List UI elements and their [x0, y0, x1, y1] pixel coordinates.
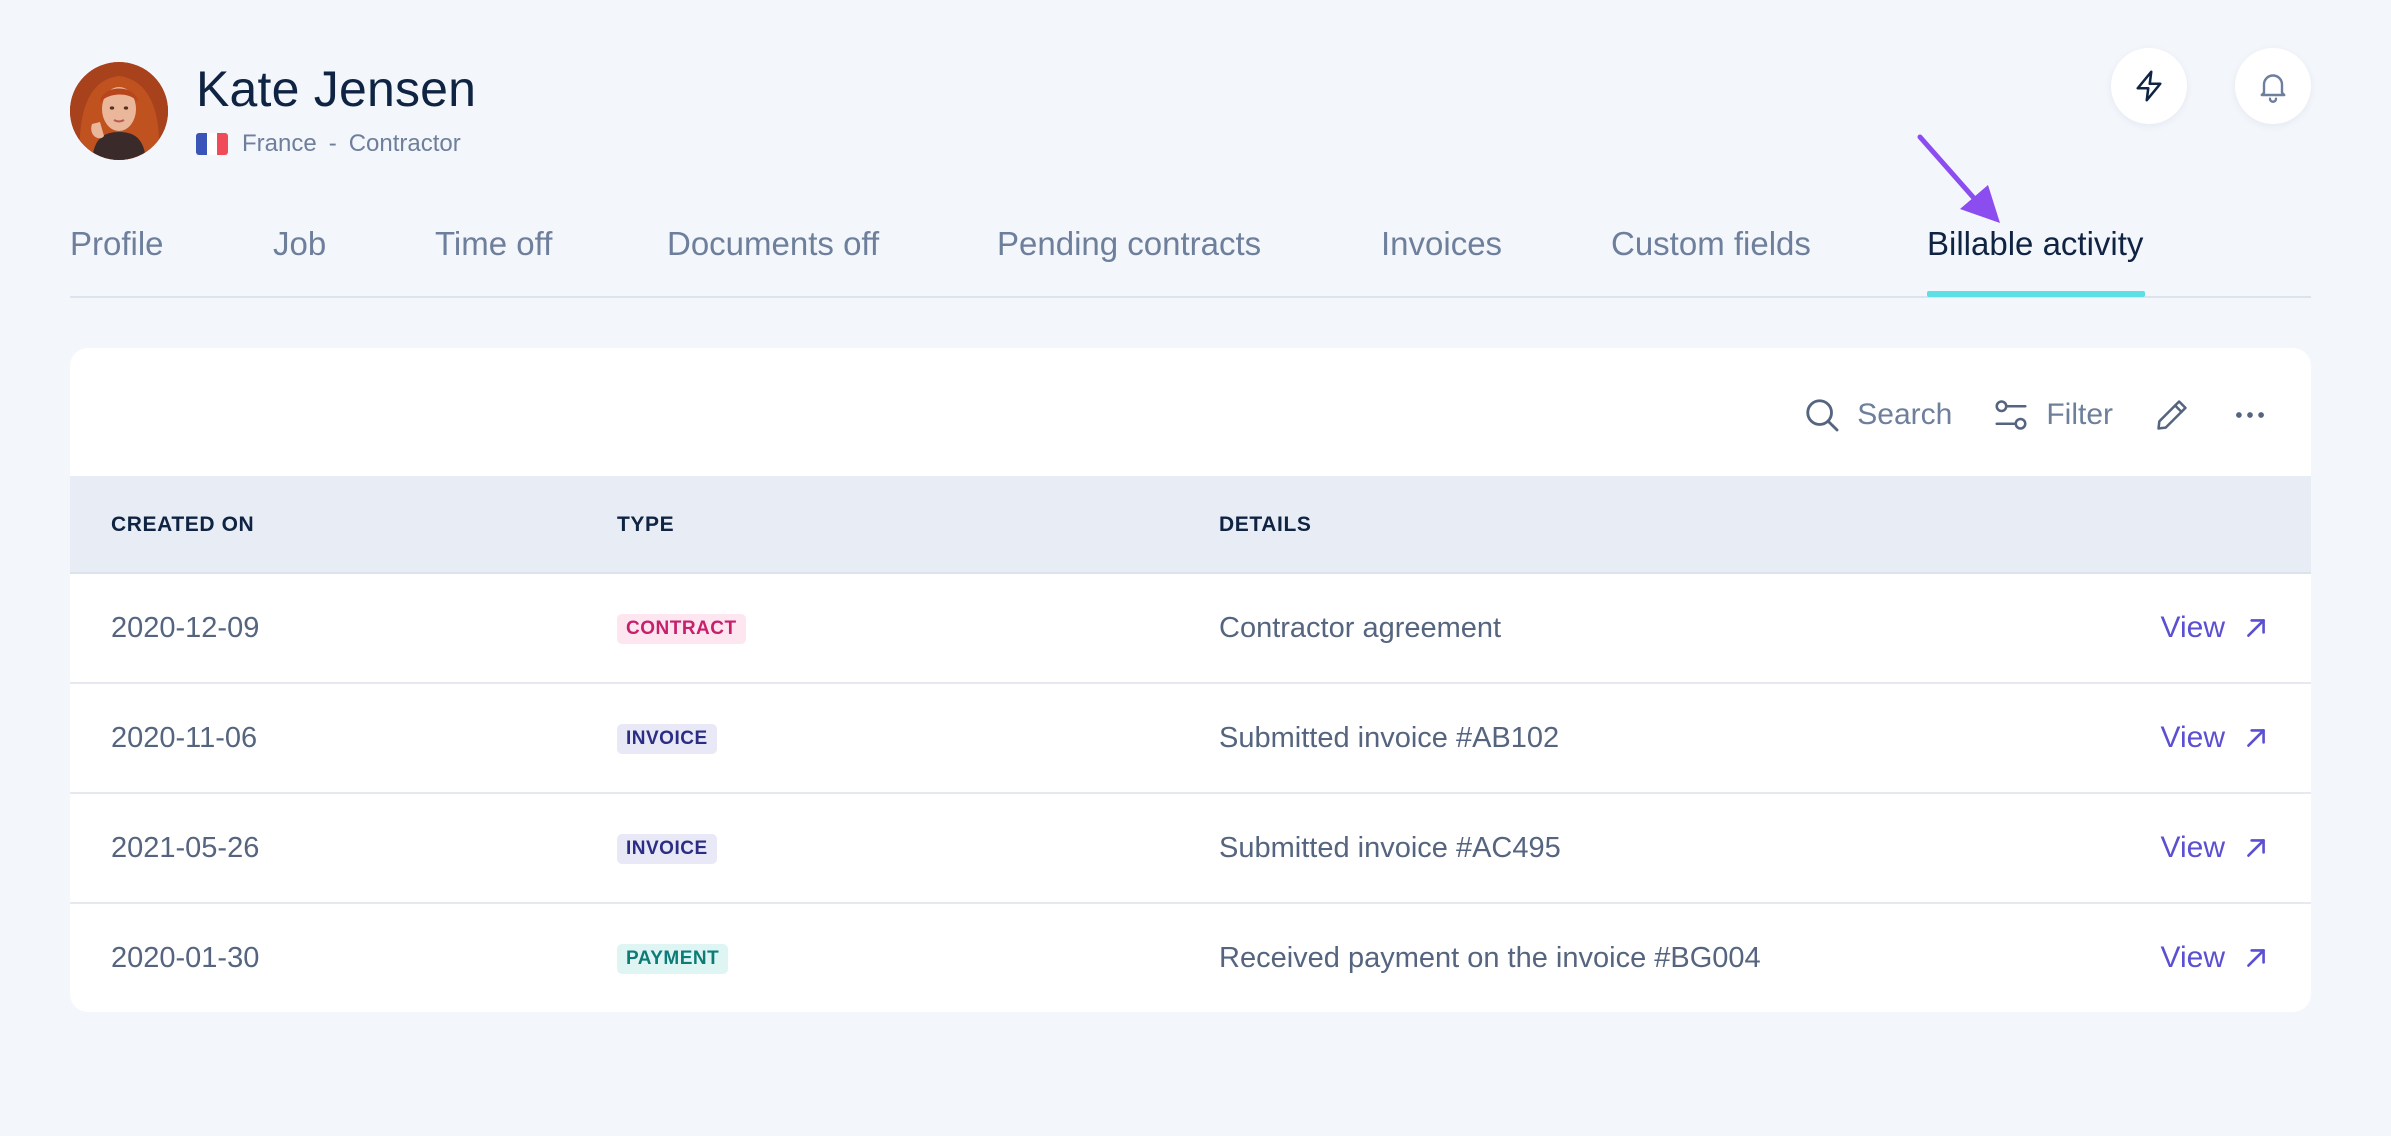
tab-job[interactable]: Job [273, 222, 326, 266]
tab-billable-activity[interactable]: Billable activity [1927, 222, 2146, 297]
more-horizontal-icon [2236, 412, 2264, 418]
table-header: CREATED ON TYPE DETAILS [70, 476, 2311, 574]
view-link[interactable]: View [2161, 794, 2269, 902]
annotation-arrow-icon [1917, 134, 2000, 223]
bell-icon [2260, 74, 2286, 103]
table-row[interactable]: 2020-01-30 PAYMENT Received payment on t… [70, 904, 2311, 1012]
tab-profile[interactable]: Profile [70, 222, 164, 266]
tab-custom-fields[interactable]: Custom fields [1611, 222, 1811, 266]
tab-documents-off[interactable]: Documents off [667, 222, 879, 266]
profile-meta: France - Contractor [196, 130, 476, 158]
profile-header: Kate Jensen France - Contractor [70, 62, 476, 160]
table-row[interactable]: 2020-11-06 INVOICE Submitted invoice #AB… [70, 684, 2311, 794]
tab-pending-contracts[interactable]: Pending contracts [997, 222, 1261, 266]
arrow-up-right-icon [2247, 619, 2265, 637]
view-link-label: View [2160, 721, 2225, 754]
lightning-bolt-icon [2136, 70, 2162, 102]
tab-invoices[interactable]: Invoices [1381, 222, 1502, 266]
search-button[interactable]: Search [1803, 396, 1952, 434]
profile-country: France [242, 130, 317, 157]
active-tab-indicator [1927, 291, 2146, 297]
arrow-up-right-icon [2247, 839, 2265, 857]
quick-actions-button[interactable] [2111, 48, 2187, 124]
tab-time-off[interactable]: Time off [435, 222, 552, 266]
search-label: Search [1857, 398, 1953, 431]
billable-activity-card: Search Filter CREATED ON TYPE DETAILS 20… [70, 348, 2311, 1012]
avatar[interactable] [70, 62, 168, 160]
details-cell: Submitted invoice #AC495 [1219, 832, 1561, 864]
view-link[interactable]: View [2161, 574, 2269, 682]
arrow-up-right-icon [2247, 729, 2265, 747]
table-row[interactable]: 2021-05-26 INVOICE Submitted invoice #AC… [70, 794, 2311, 904]
employee-profile-page: Kate Jensen France - Contractor Profile … [0, 0, 2391, 1136]
created-on-cell: 2020-12-09 [111, 612, 260, 644]
view-link-label: View [2160, 831, 2225, 864]
type-badge: INVOICE [617, 724, 717, 754]
profile-identity: Kate Jensen France - Contractor [196, 64, 476, 158]
details-cell: Received payment on the invoice #BG004 [1219, 942, 1761, 974]
details-cell: Contractor agreement [1219, 612, 1502, 644]
type-badge: INVOICE [617, 834, 717, 864]
created-on-cell: 2020-11-06 [111, 722, 258, 754]
france-flag-icon [196, 133, 228, 155]
profile-tabs: Profile Job Time off Documents off Pendi… [70, 222, 2311, 298]
view-link-label: View [2160, 941, 2225, 974]
table-toolbar: Search Filter [1763, 390, 2269, 440]
profile-role: Contractor [348, 130, 461, 157]
column-header-type[interactable]: TYPE [617, 476, 674, 574]
created-on-cell: 2021-05-26 [111, 832, 260, 864]
more-options-button[interactable] [2231, 396, 2269, 434]
type-badge: CONTRACT [617, 614, 746, 644]
view-link[interactable]: View [2161, 684, 2269, 792]
meta-separator: - [328, 130, 337, 157]
tab-billable-activity-label: Billable activity [1927, 225, 2144, 262]
filter-button[interactable]: Filter [1992, 396, 2113, 434]
pencil-icon [2157, 400, 2187, 430]
table-row[interactable]: 2020-12-09 CONTRACT Contractor agreement… [70, 574, 2311, 684]
details-cell: Submitted invoice #AB102 [1219, 722, 1560, 754]
arrow-up-right-icon [2247, 949, 2265, 967]
filter-icon [1995, 400, 2027, 430]
profile-name: Kate Jensen [196, 61, 477, 117]
created-on-cell: 2020-01-30 [111, 942, 260, 974]
filter-label: Filter [2046, 398, 2113, 431]
notifications-button[interactable] [2235, 48, 2311, 124]
edit-button[interactable] [2153, 396, 2191, 434]
search-icon [1806, 399, 1839, 432]
view-link-label: View [2160, 611, 2225, 644]
type-badge: PAYMENT [617, 944, 729, 974]
column-header-created-on[interactable]: CREATED ON [111, 476, 254, 574]
view-link[interactable]: View [2161, 904, 2269, 1012]
column-header-details[interactable]: DETAILS [1219, 476, 1311, 574]
